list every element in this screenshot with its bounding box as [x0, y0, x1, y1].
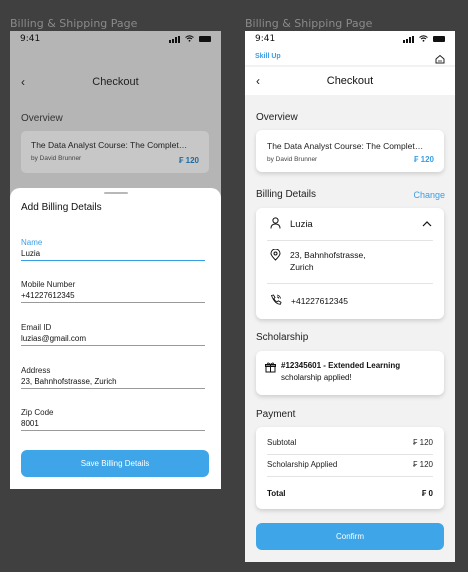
billing-name-row: Luzia [270, 217, 313, 231]
total-label: Total [267, 489, 286, 498]
battery-icon [433, 36, 445, 42]
scholarship-applied-row: Scholarship Applied ₣ 120 [267, 460, 433, 469]
billing-phone-row: +41227612345 [270, 294, 348, 307]
scholarship-card: #12345601 - Extended Learning scholarshi… [256, 351, 444, 395]
back-arrow-icon[interactable]: ‹ [256, 74, 260, 88]
divider [267, 283, 433, 284]
battery-icon [199, 36, 211, 42]
course-title-right: The Data Analyst Course: The Complete Da… [267, 141, 427, 151]
mobile-field-value[interactable]: +41227612345 [21, 291, 205, 300]
signal-icon [403, 35, 414, 43]
total-value: ₣ 0 [421, 489, 433, 498]
user-icon [270, 217, 281, 231]
email-field[interactable]: Email ID luzias@gmail.com [21, 323, 205, 346]
wifi-icon [185, 34, 194, 44]
course-card: The Data Analyst Course: The Complete Da… [21, 131, 209, 173]
scholarship-heading: Scholarship [256, 332, 309, 343]
overview-heading: Overview [21, 113, 63, 124]
address-field-value[interactable]: 23, Bahnhofstrasse, Zurich [21, 377, 205, 386]
gift-icon [265, 360, 276, 378]
billing-address-row: 23, Bahnhofstrasse, Zurich [270, 248, 366, 273]
subtotal-row: Subtotal ₣ 120 [267, 438, 433, 447]
status-time-right: 9:41 [255, 34, 276, 44]
save-billing-button[interactable]: Save Billing Details [21, 450, 209, 477]
overview-heading-right: Overview [256, 112, 298, 123]
billing-name: Luzia [290, 218, 313, 230]
name-field-label: Name [21, 238, 43, 247]
scholarship-code: #12345601 - Extended Learning [281, 361, 401, 370]
zip-field-value[interactable]: 8001 [21, 419, 205, 428]
wifi-icon [419, 34, 428, 44]
home-icon[interactable] [435, 51, 445, 64]
right-phone-screen: 9:41 Skill Up ‹ Checkout Overview The Da… [245, 31, 455, 562]
course-title: The Data Analyst Course: The Complete Da… [31, 140, 191, 150]
confirm-button[interactable]: Confirm [256, 523, 444, 550]
email-field-value[interactable]: luzias@gmail.com [21, 334, 205, 343]
zip-field[interactable]: Zip Code 8001 [21, 408, 205, 431]
location-pin-icon [270, 248, 281, 263]
course-author: by David Brunner [31, 155, 82, 162]
address-field-label: Address [21, 366, 51, 375]
phone-icon [270, 294, 282, 307]
brand-bar: Skill Up [245, 47, 455, 65]
billing-address-line1: 23, Bahnhofstrasse, [290, 250, 366, 260]
frame-label-left: Billing & Shipping Page [10, 17, 138, 30]
sheet-title: Add Billing Details [21, 202, 102, 213]
zip-field-label: Zip Code [21, 408, 54, 417]
change-billing-link[interactable]: Change [413, 190, 445, 200]
subtotal-value: ₣ 120 [412, 438, 433, 447]
name-field[interactable]: Name Luzia [21, 238, 205, 261]
billing-phone: +41227612345 [291, 295, 348, 306]
subtotal-label: Subtotal [267, 438, 297, 447]
billing-address-line2: Zurich [290, 262, 314, 272]
brand-logo[interactable]: Skill Up [255, 53, 281, 60]
scholarship-applied-value: ₣ 120 [412, 460, 433, 469]
course-card-right: The Data Analyst Course: The Complete Da… [256, 130, 444, 172]
back-arrow-icon[interactable]: ‹ [21, 75, 25, 89]
chevron-up-icon[interactable] [422, 218, 432, 230]
total-row: Total ₣ 0 [267, 489, 433, 498]
payment-card: Subtotal ₣ 120 Scholarship Applied ₣ 120… [256, 427, 444, 509]
divider [267, 454, 433, 455]
divider [267, 476, 433, 477]
page-title-right: Checkout [326, 75, 374, 87]
status-bar-right: 9:41 [245, 31, 455, 47]
mobile-field-label: Mobile Number [21, 280, 76, 289]
course-author-right: by David Brunner [267, 156, 318, 163]
status-time: 9:41 [20, 34, 41, 44]
payment-heading: Payment [256, 409, 296, 420]
signal-icon [169, 35, 180, 43]
header: ‹ Checkout [10, 70, 221, 94]
header-right: ‹ Checkout [245, 67, 455, 95]
billing-details-card: Luzia 23, Bahnhofstrasse, Zurich +412276… [256, 208, 444, 319]
left-phone-screen: 9:41 ‹ Checkout Overview The Data Analys… [10, 31, 221, 489]
course-price: ₣ 120 [178, 156, 199, 165]
frame-label-right: Billing & Shipping Page [245, 17, 373, 30]
divider [267, 240, 433, 241]
sheet-drag-handle[interactable] [104, 192, 128, 194]
billing-bottom-sheet: Add Billing Details Name Luzia Mobile Nu… [10, 188, 221, 489]
page-title: Checkout [92, 76, 139, 88]
name-field-value[interactable]: Luzia [21, 249, 205, 258]
mobile-field[interactable]: Mobile Number +41227612345 [21, 280, 205, 303]
address-field[interactable]: Address 23, Bahnhofstrasse, Zurich [21, 366, 205, 389]
billing-heading: Billing Details [256, 189, 317, 200]
scholarship-status: scholarship applied! [281, 373, 352, 382]
scholarship-applied-label: Scholarship Applied [267, 460, 338, 469]
email-field-label: Email ID [21, 323, 52, 332]
course-price-right: ₣ 120 [413, 155, 434, 164]
status-bar: 9:41 [10, 31, 221, 47]
